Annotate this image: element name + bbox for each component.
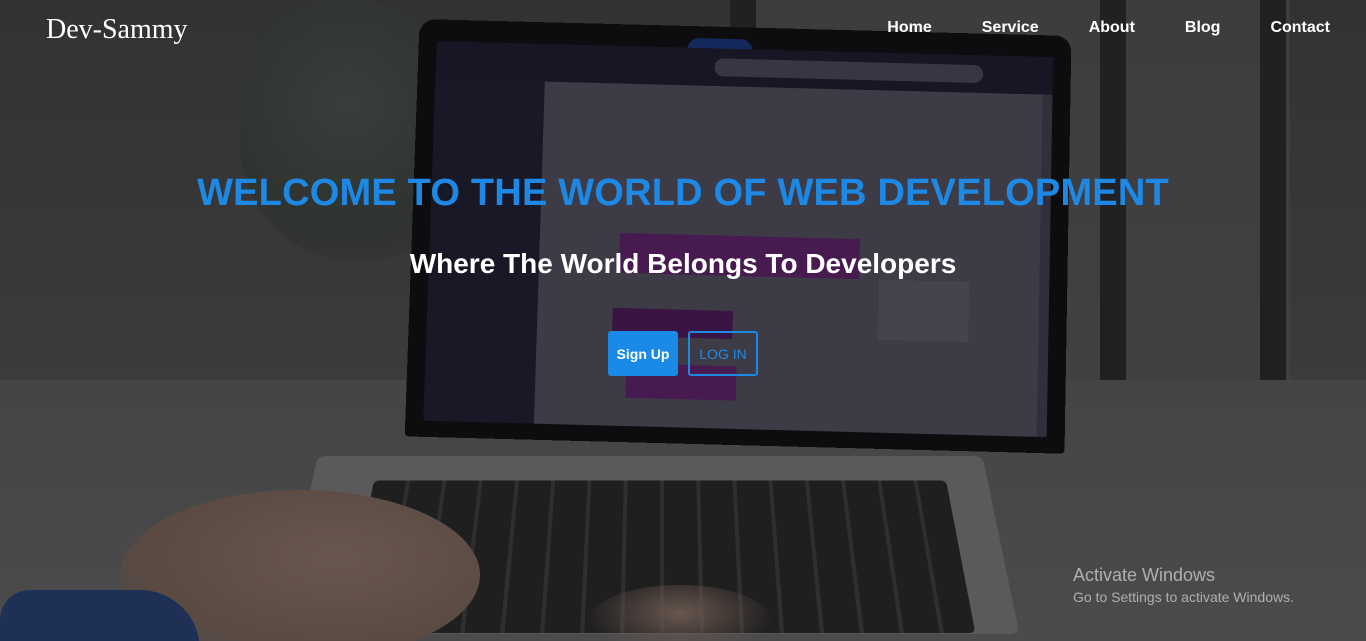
hero-background-image [0,0,1366,641]
nav-home[interactable]: Home [887,19,931,37]
main-nav: Home Service About Blog Contact [887,19,1330,37]
hero-title: WELCOME TO THE WORLD OF WEB DEVELOPMENT [197,172,1169,214]
nav-contact[interactable]: Contact [1270,19,1330,37]
hero-subtitle: Where The World Belongs To Developers [409,248,957,279]
watermark-subtitle: Go to Settings to activate Windows. [1073,589,1294,605]
hero-actions: Sign Up LOG IN [608,331,758,376]
brand-logo[interactable]: Dev-Sammy [46,14,188,46]
activate-windows-watermark: Activate Windows Go to Settings to activ… [1073,565,1294,605]
dark-overlay [0,0,1366,641]
watermark-title: Activate Windows [1073,565,1216,585]
nav-service[interactable]: Service [982,19,1039,37]
login-button[interactable]: LOG IN [688,331,758,376]
signup-button[interactable]: Sign Up [608,331,678,376]
nav-blog[interactable]: Blog [1185,19,1221,37]
nav-about[interactable]: About [1089,19,1135,37]
